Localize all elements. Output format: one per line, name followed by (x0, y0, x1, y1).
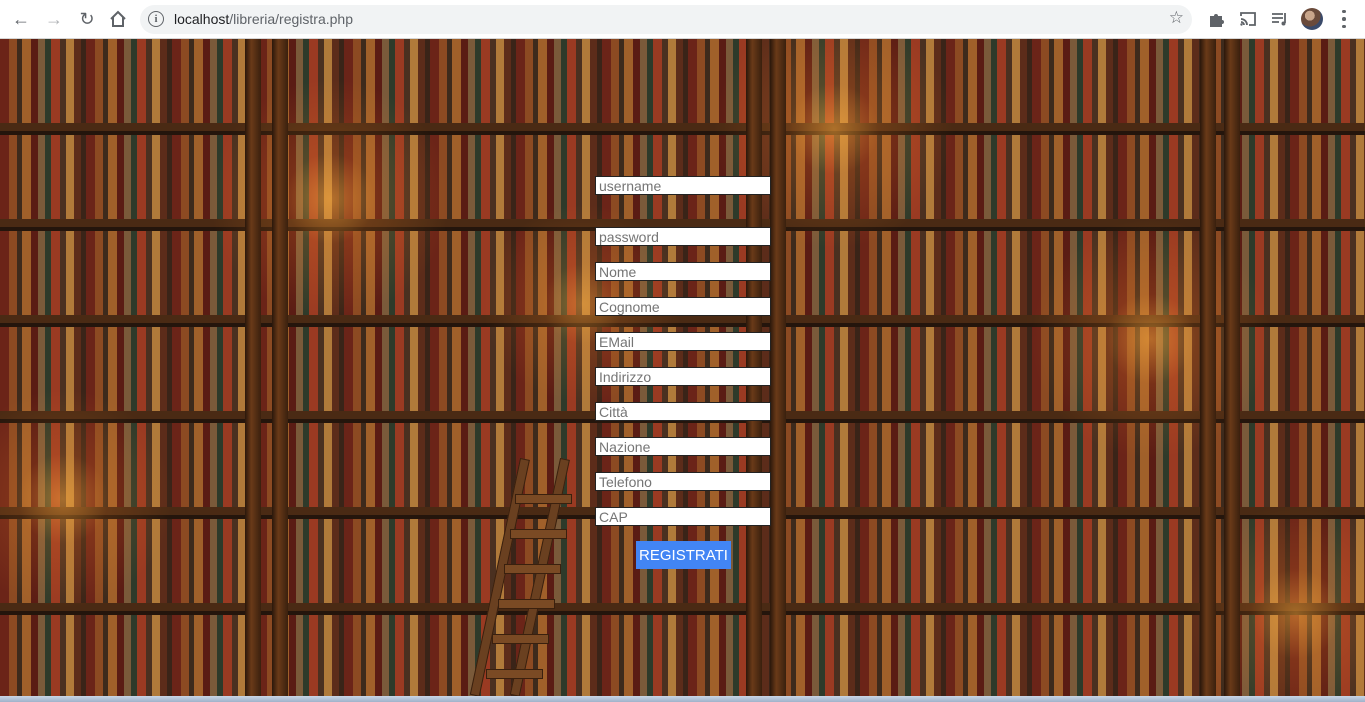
nazione-field[interactable] (595, 437, 771, 456)
email-field[interactable] (595, 332, 771, 351)
three-dots-icon[interactable] (1336, 8, 1352, 30)
reload-icon[interactable]: ↻ (75, 7, 99, 31)
cognome-field[interactable] (595, 297, 771, 316)
ladder-rung (510, 529, 567, 539)
ladder-rung (492, 634, 549, 644)
star-icon[interactable]: ☆ (1169, 8, 1184, 28)
ladder-rung (504, 564, 561, 574)
ladder-rung (498, 599, 555, 609)
shelf-post (770, 39, 786, 696)
address-bar[interactable]: i localhost/libreria/registra.php ☆ (140, 5, 1192, 34)
cap-field[interactable] (595, 507, 771, 526)
shelf-post (272, 39, 288, 696)
media-queue-icon[interactable] (1270, 9, 1290, 29)
arrow-right-icon[interactable]: → (42, 7, 66, 31)
registrati-button[interactable]: REGISTRATI (636, 541, 731, 569)
indirizzo-field[interactable] (595, 367, 771, 386)
shelf-post (1224, 39, 1240, 696)
ladder-rung (515, 494, 572, 504)
taskbar (0, 696, 1365, 702)
username-field[interactable] (595, 176, 771, 195)
url-host: localhost (174, 11, 230, 27)
nome-field[interactable] (595, 262, 771, 281)
citta-field[interactable] (595, 402, 771, 421)
profile-avatar[interactable] (1301, 8, 1323, 30)
cast-icon[interactable] (1238, 9, 1258, 29)
password-field[interactable] (595, 227, 771, 246)
info-icon[interactable]: i (148, 11, 164, 27)
url-path: /libreria/registra.php (229, 11, 353, 27)
home-icon[interactable] (106, 7, 130, 31)
arrow-left-icon[interactable]: ← (9, 7, 33, 31)
url-text[interactable]: localhost/libreria/registra.php (174, 11, 353, 27)
puzzle-icon[interactable] (1206, 9, 1226, 29)
browser-toolbar: ← → ↻ i localhost/libreria/registra.php … (0, 0, 1365, 39)
ladder-rung (486, 669, 543, 679)
shelf-post (1200, 39, 1216, 696)
shelf-post (245, 39, 261, 696)
telefono-field[interactable] (595, 472, 771, 491)
